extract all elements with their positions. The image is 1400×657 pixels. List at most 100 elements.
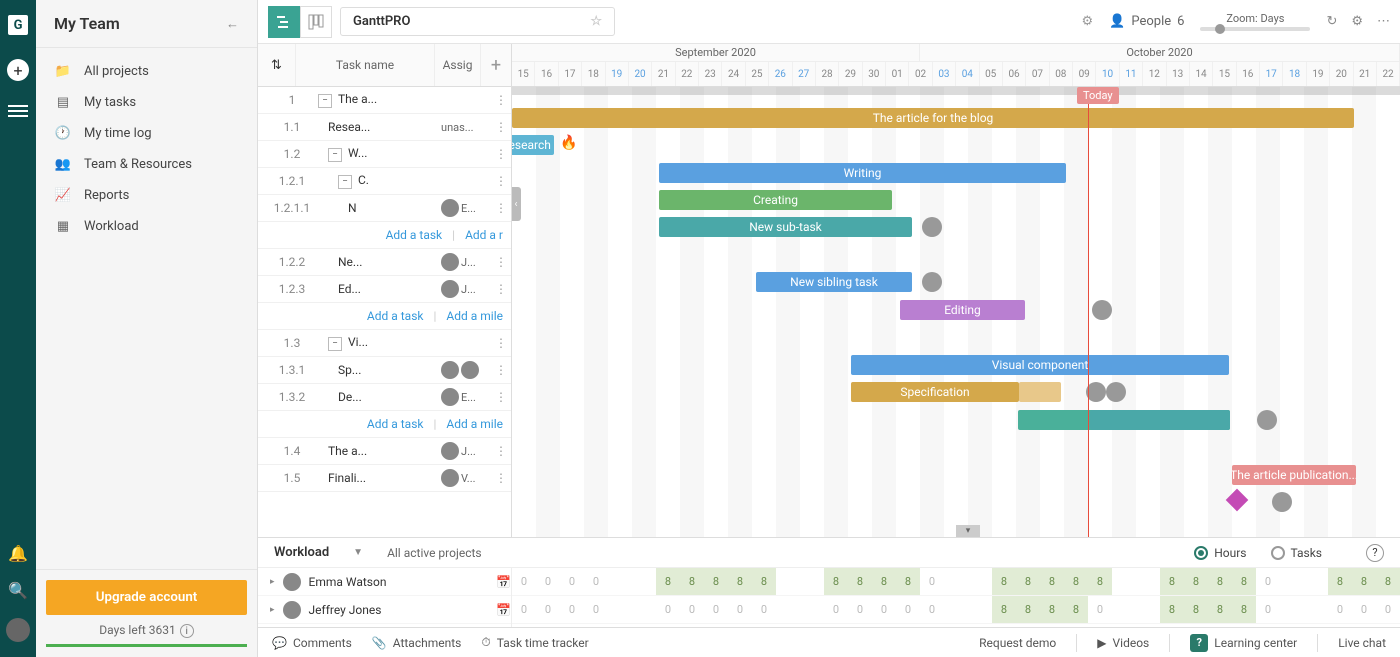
user-avatar[interactable] <box>6 618 30 642</box>
task-row[interactable]: 1.2.3Ed...J...⋮ <box>258 276 511 303</box>
collapse-handle[interactable]: ‹ <box>512 187 521 221</box>
nav-workload[interactable]: ▦Workload <box>36 211 257 242</box>
task-row[interactable]: 1.2.1−C.⋮ <box>258 168 511 195</box>
zoom-slider[interactable] <box>1200 27 1310 31</box>
gantt-bar[interactable] <box>1019 382 1061 402</box>
chevron-icon[interactable]: ▸ <box>270 605 275 615</box>
search-icon[interactable]: 🔍 <box>8 581 28 600</box>
bell-icon[interactable]: 🔔 <box>8 544 28 563</box>
more-icon[interactable]: ⋯ <box>1377 14 1390 29</box>
chevron-down-icon[interactable]: ▼ <box>353 547 363 558</box>
attachments-button[interactable]: 📎Attachments <box>372 636 462 650</box>
calendar-icon[interactable]: 📅 <box>496 575 511 589</box>
add-task-link[interactable]: Add a task <box>386 228 443 242</box>
more-icon[interactable]: ⋮ <box>491 201 511 215</box>
workload-person[interactable]: ▸Emma Watson📅 <box>258 568 511 596</box>
videos-button[interactable]: ▶Videos <box>1097 636 1149 650</box>
more-icon[interactable]: ⋮ <box>491 93 511 107</box>
tracker-button[interactable]: ⏱Task time tracker <box>481 635 588 650</box>
task-row[interactable]: 1.3.1Sp...⋮ <box>258 357 511 384</box>
more-icon[interactable]: ⋮ <box>491 255 511 269</box>
add-task-link[interactable]: Add a task <box>367 417 424 431</box>
add-task-link[interactable]: Add a task <box>367 309 424 323</box>
add-button[interactable]: + <box>7 59 29 81</box>
add-milestone-link[interactable]: Add a mile <box>446 309 503 323</box>
more-icon[interactable]: ⋮ <box>491 174 511 188</box>
chevron-icon[interactable]: ▸ <box>270 577 275 587</box>
bar-avatar[interactable] <box>922 272 942 292</box>
add-milestone-link[interactable]: Add a r <box>465 228 503 242</box>
bar-avatar[interactable] <box>1257 410 1277 430</box>
help-icon[interactable]: ? <box>1366 544 1384 562</box>
scroll-strip[interactable] <box>512 87 1400 95</box>
chat-button[interactable]: Live chat <box>1338 636 1386 650</box>
app-logo[interactable]: G <box>8 15 28 35</box>
more-icon[interactable]: ⋮ <box>491 471 511 485</box>
more-icon[interactable]: ⋮ <box>491 282 511 296</box>
expand-handle[interactable]: ▾ <box>956 525 980 537</box>
comments-button[interactable]: 💬Comments <box>272 636 352 650</box>
workload-filter[interactable]: All active projects <box>387 546 482 560</box>
task-row[interactable]: 1.2−W...⋮ <box>258 141 511 168</box>
more-icon[interactable]: ⋮ <box>491 147 511 161</box>
nav-all-projects[interactable]: 📁All projects <box>36 56 257 87</box>
calendar-icon[interactable]: 📅 <box>496 603 511 617</box>
filter-icon[interactable]: ⚙ <box>1082 14 1094 29</box>
task-row[interactable]: 1.2.1.1NE...⋮ <box>258 195 511 222</box>
history-icon[interactable]: ↻ <box>1326 14 1337 29</box>
task-row[interactable]: 1.1Resea...unas...⋮ <box>258 114 511 141</box>
task-row[interactable]: 1.5Finali...V...⋮ <box>258 465 511 492</box>
demo-button[interactable]: Request demo <box>979 636 1056 650</box>
bar-avatar[interactable] <box>1106 382 1126 402</box>
gantt-view-button[interactable] <box>268 6 300 38</box>
bar-avatar[interactable] <box>1086 382 1106 402</box>
gantt-bar[interactable]: Creating <box>659 190 892 210</box>
more-icon[interactable]: ⋮ <box>491 444 511 458</box>
task-row[interactable]: 1.3−Vi...⋮ <box>258 330 511 357</box>
gantt-bar[interactable]: Specification <box>851 382 1019 402</box>
sort-icon[interactable]: ⇅ <box>258 44 296 86</box>
collapse-sidebar-icon[interactable]: ← <box>226 16 239 32</box>
zoom-control[interactable]: Zoom: Days <box>1200 12 1310 31</box>
gantt-bar[interactable]: Visual component <box>851 355 1229 375</box>
nav-my-tasks[interactable]: ▤My tasks <box>36 87 257 118</box>
nav-reports[interactable]: 📈Reports <box>36 180 257 211</box>
gantt-bar[interactable]: The article for the blog <box>512 108 1354 128</box>
workload-person[interactable]: ▸Jeffrey Jones📅 <box>258 596 511 624</box>
settings-icon[interactable]: ⚙ <box>1351 14 1363 29</box>
bar-avatar[interactable] <box>922 217 942 237</box>
collapse-icon[interactable]: − <box>318 94 332 108</box>
task-row[interactable]: 1.3.2De...E...⋮ <box>258 384 511 411</box>
gantt-bar[interactable]: Editing <box>900 300 1025 320</box>
upgrade-button[interactable]: Upgrade account <box>46 580 247 615</box>
radio-hours[interactable]: Hours <box>1194 546 1246 560</box>
add-milestone-link[interactable]: Add a mile <box>446 417 503 431</box>
gantt-bar[interactable]: The article publication... <box>1232 465 1356 485</box>
radio-tasks[interactable]: Tasks <box>1271 546 1323 560</box>
menu-icon[interactable] <box>8 105 28 119</box>
learning-button[interactable]: ?Learning center <box>1190 634 1297 652</box>
star-icon[interactable]: ☆ <box>590 14 602 29</box>
collapse-icon[interactable]: − <box>328 337 342 351</box>
info-icon[interactable]: i <box>180 624 194 638</box>
more-icon[interactable]: ⋮ <box>491 363 511 377</box>
gantt-bar[interactable]: New sub-task <box>659 217 912 237</box>
gantt-bar[interactable]: New sibling task <box>756 272 912 292</box>
gantt-bar[interactable]: Research <box>512 135 554 155</box>
task-row[interactable]: 1.4The a...J...⋮ <box>258 438 511 465</box>
task-row[interactable]: 1−The a...⋮ <box>258 87 511 114</box>
collapse-icon[interactable]: − <box>328 148 342 162</box>
collapse-icon[interactable]: − <box>338 175 352 189</box>
nav-team[interactable]: 👥Team & Resources <box>36 149 257 180</box>
more-icon[interactable]: ⋮ <box>491 120 511 134</box>
chart-body[interactable]: Today ‹ ▾ The article for the blogResear… <box>512 87 1400 537</box>
people-button[interactable]: 👤 People 6 <box>1109 14 1184 29</box>
col-task-name[interactable]: Task name <box>296 44 435 86</box>
task-row[interactable]: 1.2.2Ne...J...⋮ <box>258 249 511 276</box>
more-icon[interactable]: ⋮ <box>491 390 511 404</box>
bar-avatar[interactable] <box>1092 300 1112 320</box>
board-view-button[interactable] <box>300 6 332 38</box>
gantt-bar[interactable] <box>1090 410 1230 430</box>
project-name[interactable]: GanttPRO ☆ <box>340 7 615 36</box>
col-assignee[interactable]: Assig <box>435 44 481 86</box>
